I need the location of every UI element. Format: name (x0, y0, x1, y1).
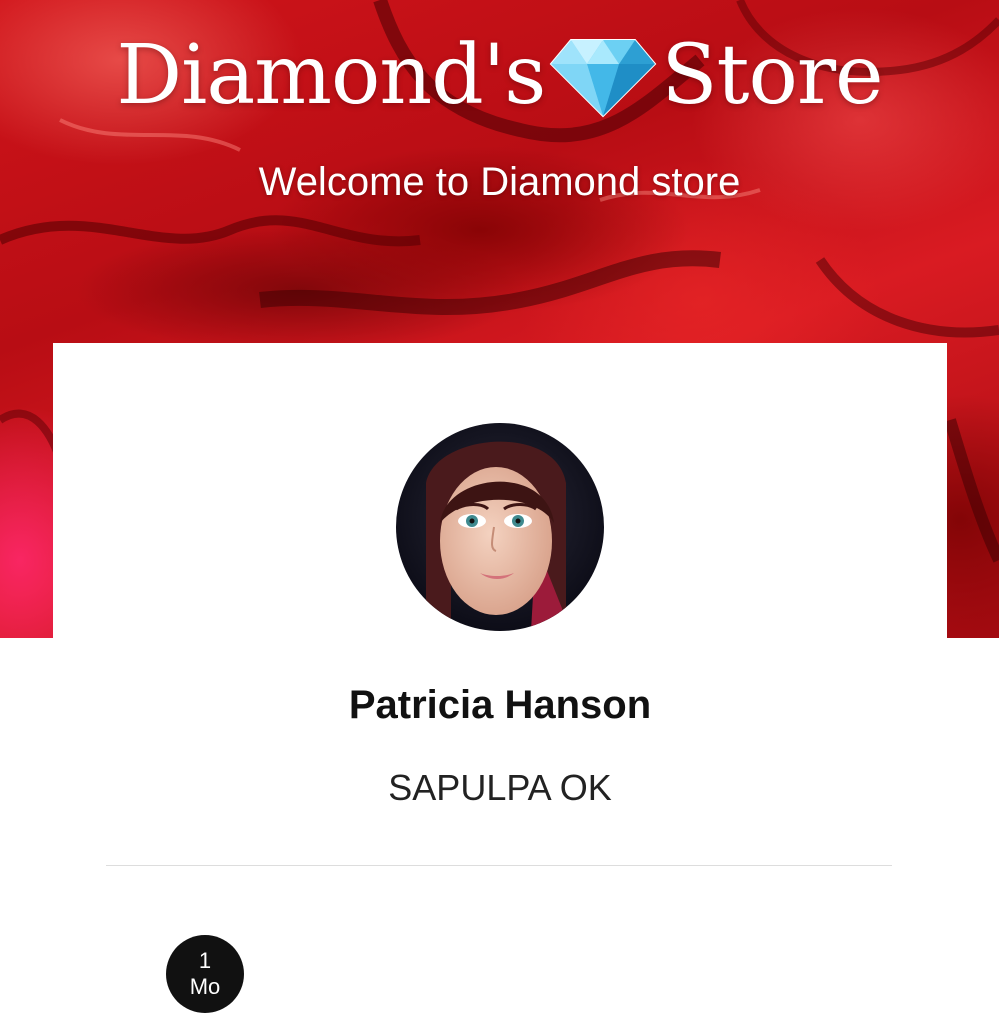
membership-badge: 1 Mo (166, 935, 244, 1013)
profile-location: SAPULPA OK (388, 767, 612, 808)
divider (106, 865, 892, 866)
membership-unit: Mo (189, 974, 221, 999)
welcome-tagline: Welcome to Diamond store (258, 160, 741, 204)
diamond-icon (549, 38, 657, 117)
store-title-right: Store (661, 28, 883, 123)
membership-value: 1 (198, 948, 212, 973)
avatar-photo (396, 423, 604, 631)
store-title-left: Diamond's (116, 28, 546, 123)
store-title: Diamond's Store (0, 28, 999, 123)
profile-name: Patricia Hanson (348, 683, 652, 727)
profile-card: Patricia Hanson SAPULPA OK 1 Mo (53, 343, 947, 1023)
avatar[interactable] (396, 423, 604, 631)
